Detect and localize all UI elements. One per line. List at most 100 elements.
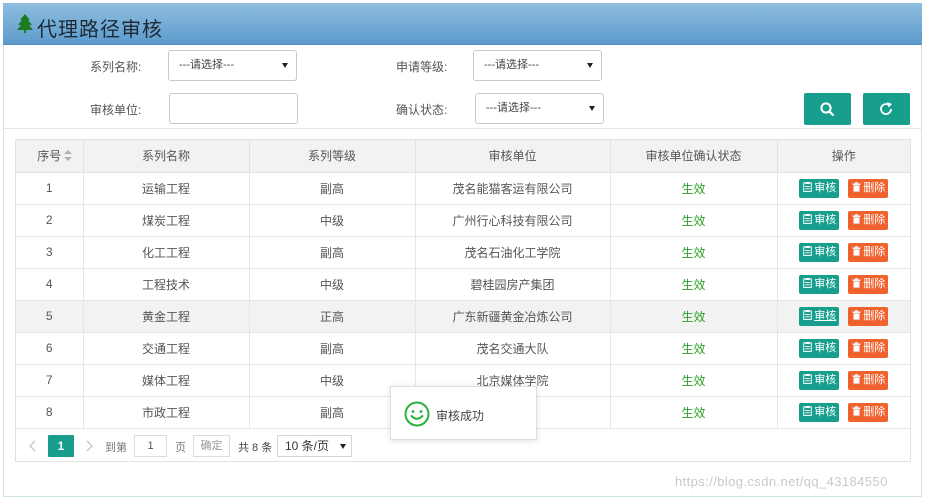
audit-button-label: 审核	[814, 181, 837, 194]
cell-series-name: 煤炭工程	[83, 204, 250, 237]
audit-button[interactable]: 审核	[799, 210, 840, 230]
delete-button[interactable]: 删除	[848, 210, 889, 230]
cell-index: 1	[16, 172, 84, 205]
clipboard-icon	[803, 309, 813, 320]
chevron-down-icon	[589, 106, 595, 111]
apply-level-select-value: ---请选择---	[484, 59, 539, 71]
delete-button[interactable]: 删除	[848, 338, 889, 358]
delete-button[interactable]: 删除	[848, 402, 889, 422]
audit-button-label: 审核	[814, 277, 837, 290]
trash-icon	[852, 341, 861, 352]
apply-level-select[interactable]: ---请选择---	[473, 50, 602, 81]
goto-page-input[interactable]: 1	[134, 435, 167, 457]
audit-button[interactable]: 审核	[799, 402, 840, 422]
success-toast: 审核成功	[390, 386, 537, 440]
cell-actions: 审核 删除	[777, 300, 910, 333]
delete-button[interactable]: 删除	[848, 242, 889, 262]
goto-confirm-button[interactable]: 确定	[193, 435, 230, 457]
cell-confirm-status: 生效	[610, 396, 778, 429]
table-row[interactable]: 1 运输工程 副高 茂名能猫客运有限公司 生效 审核 删除	[16, 172, 910, 205]
page-title: 代理路径审核	[37, 17, 163, 41]
refresh-button[interactable]	[863, 93, 910, 125]
cell-index: 6	[16, 332, 84, 365]
delete-button-label: 删除	[863, 373, 886, 386]
delete-button-label: 删除	[863, 405, 886, 418]
delete-button-label: 删除	[863, 181, 886, 194]
cell-series-name: 市政工程	[83, 396, 250, 429]
confirm-status-select[interactable]: ---请选择---	[475, 93, 604, 124]
col-header-series-level: 系列等级	[249, 140, 416, 173]
sort-icon[interactable]	[64, 150, 72, 162]
table-row[interactable]: 4 工程技术 中级 碧桂园房产集团 生效 审核 删除	[16, 268, 910, 301]
cell-audit-unit: 茂名能猫客运有限公司	[415, 172, 611, 205]
delete-button-label: 删除	[863, 309, 886, 322]
audit-button[interactable]: 审核	[799, 370, 840, 390]
chevron-down-icon	[282, 63, 288, 68]
audit-button[interactable]: 审核	[799, 242, 840, 262]
cell-series-name: 化工工程	[83, 236, 250, 269]
cell-actions: 审核 删除	[777, 364, 910, 397]
col-header-index[interactable]: 序号	[16, 140, 84, 173]
search-icon	[820, 102, 835, 117]
table-row[interactable]: 5 黄金工程 正高 广东新疆黄金冶炼公司 生效 审核 删除	[16, 300, 910, 333]
cell-confirm-status: 生效	[610, 172, 778, 205]
cell-series-level: 副高	[249, 236, 416, 269]
clipboard-icon	[803, 213, 813, 224]
cell-confirm-status: 生效	[610, 236, 778, 269]
trash-icon	[852, 277, 861, 288]
confirm-status-select-value: ---请选择---	[486, 102, 541, 114]
cell-series-name: 工程技术	[83, 268, 250, 301]
col-header-audit-unit: 审核单位	[415, 140, 611, 173]
cell-series-name: 黄金工程	[83, 300, 250, 333]
table-row[interactable]: 2 煤炭工程 中级 广州行心科技有限公司 生效 审核 删除	[16, 204, 910, 237]
search-button[interactable]	[804, 93, 851, 125]
refresh-icon	[880, 102, 892, 115]
trash-icon	[852, 373, 861, 384]
cell-confirm-status: 生效	[610, 268, 778, 301]
chevron-down-icon	[340, 444, 346, 449]
audit-button[interactable]: 审核	[799, 274, 840, 294]
series-name-select-value: ---请选择---	[179, 59, 234, 71]
clipboard-icon	[803, 373, 813, 384]
cell-series-level: 副高	[249, 172, 416, 205]
table-row[interactable]: 6 交通工程 副高 茂名交通大队 生效 审核 删除	[16, 332, 910, 365]
cell-confirm-status: 生效	[610, 364, 778, 397]
page-unit-label: 页	[175, 442, 186, 454]
delete-button-label: 删除	[863, 213, 886, 226]
cell-series-level: 副高	[249, 332, 416, 365]
clipboard-icon	[803, 405, 813, 416]
delete-button[interactable]: 删除	[848, 306, 889, 326]
col-header-actions: 操作	[777, 140, 910, 173]
audit-button-label: 审核	[814, 309, 837, 322]
trash-icon	[852, 181, 861, 192]
clipboard-icon	[803, 181, 813, 192]
cell-index: 8	[16, 396, 84, 429]
delete-button[interactable]: 删除	[848, 178, 889, 198]
cell-series-name: 媒体工程	[83, 364, 250, 397]
next-page-icon[interactable]	[84, 440, 94, 452]
delete-button[interactable]: 删除	[848, 274, 889, 294]
cell-audit-unit: 广州行心科技有限公司	[415, 204, 611, 237]
col-header-index-label: 序号	[37, 149, 62, 164]
clipboard-icon	[803, 245, 813, 256]
trash-icon	[852, 405, 861, 416]
series-name-select[interactable]: ---请选择---	[168, 50, 297, 81]
cell-index: 5	[16, 300, 84, 333]
audit-button[interactable]: 审核	[799, 306, 840, 326]
delete-button[interactable]: 删除	[848, 370, 889, 390]
cell-confirm-status: 生效	[610, 332, 778, 365]
cell-index: 7	[16, 364, 84, 397]
cell-audit-unit: 茂名石油化工学院	[415, 236, 611, 269]
current-page[interactable]: 1	[48, 435, 74, 457]
cell-actions: 审核 删除	[777, 332, 910, 365]
page-size-select[interactable]: 10 条/页	[277, 435, 352, 457]
audit-unit-input[interactable]	[169, 93, 298, 124]
delete-button-label: 删除	[863, 277, 886, 290]
table-row[interactable]: 3 化工工程 副高 茂名石油化工学院 生效 审核 删除	[16, 236, 910, 269]
apply-level-label: 申请等级:	[396, 60, 448, 74]
trash-icon	[852, 309, 861, 320]
prev-page-icon[interactable]	[28, 440, 38, 452]
clipboard-icon	[803, 277, 813, 288]
audit-button[interactable]: 审核	[799, 338, 840, 358]
audit-button[interactable]: 审核	[799, 178, 840, 198]
